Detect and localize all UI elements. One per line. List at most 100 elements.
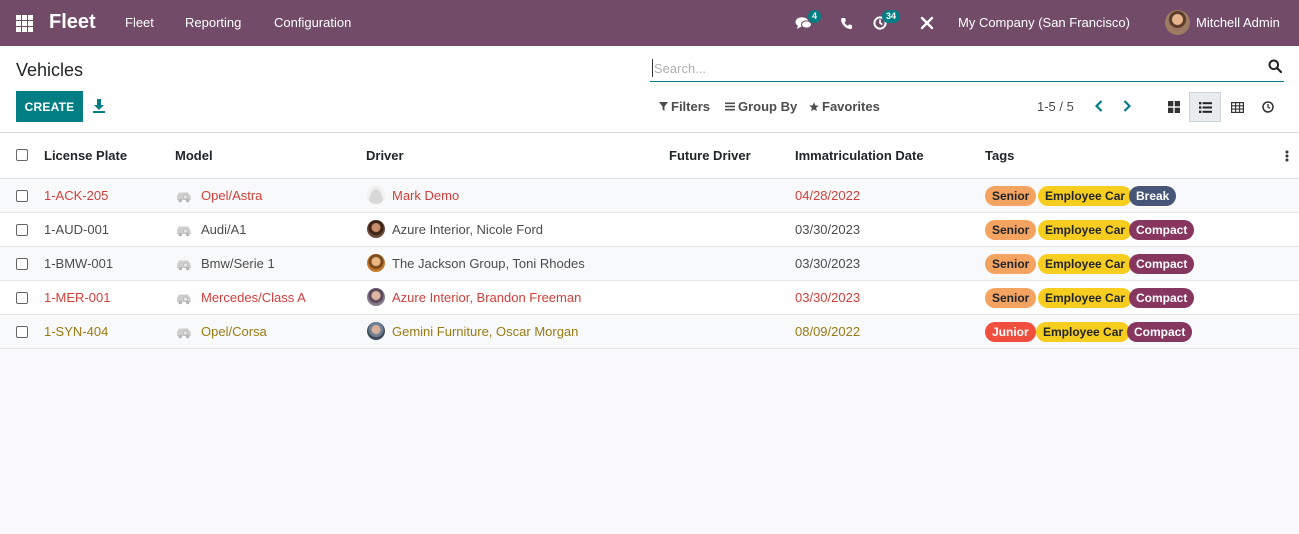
tag-badge[interactable]: Compact bbox=[1129, 288, 1195, 308]
tag-badge[interactable]: Senior bbox=[985, 186, 1037, 206]
kanban-view-button[interactable] bbox=[1158, 92, 1190, 122]
pager-value[interactable]: 1-5 / 5 bbox=[1037, 99, 1074, 114]
table-row[interactable]: 1-MER-001 Mercedes/Class A Azure Interior,… bbox=[0, 281, 1299, 315]
search-box bbox=[650, 54, 1284, 82]
bars-icon bbox=[725, 102, 735, 111]
tag-badge[interactable]: Employee Car bbox=[1038, 288, 1133, 308]
car-image-icon bbox=[177, 260, 191, 271]
activities-button[interactable]: 34 bbox=[873, 0, 901, 46]
chevron-right-icon bbox=[1123, 100, 1131, 112]
chevron-left-icon bbox=[1095, 100, 1103, 112]
star-icon bbox=[809, 101, 819, 111]
table-row[interactable]: 1-ACK-205 Opel/Astra Mark Demo 04/28/2022 Se… bbox=[0, 179, 1299, 213]
column-model[interactable]: Model bbox=[175, 148, 213, 163]
clock-icon bbox=[1262, 101, 1274, 113]
row-checkbox[interactable] bbox=[16, 224, 28, 236]
cell-driver[interactable]: Gemini Furniture, Oscar Morgan bbox=[392, 324, 578, 339]
tag-badge[interactable]: Employee Car bbox=[1038, 186, 1133, 206]
top-navbar: Fleet Fleet Reporting Configuration 4 34… bbox=[0, 0, 1299, 46]
car-image-icon bbox=[177, 226, 191, 237]
tag-badge[interactable]: Employee Car bbox=[1038, 254, 1133, 274]
driver-avatar bbox=[367, 322, 385, 340]
search-input[interactable] bbox=[652, 59, 1252, 77]
activity-view-button[interactable] bbox=[1252, 92, 1284, 122]
driver-avatar bbox=[367, 254, 385, 272]
cell-model: Audi/A1 bbox=[201, 222, 247, 237]
group-by-button[interactable]: Group By bbox=[725, 99, 797, 114]
tag-badge[interactable]: Senior bbox=[985, 220, 1037, 240]
pager-previous-button[interactable] bbox=[1090, 96, 1108, 116]
activities-count-badge: 34 bbox=[882, 10, 901, 23]
driver-avatar bbox=[367, 220, 385, 238]
cell-driver[interactable]: The Jackson Group, Toni Rhodes bbox=[392, 256, 585, 271]
car-image-icon bbox=[177, 328, 191, 339]
tag-badge[interactable]: Junior bbox=[985, 322, 1036, 342]
select-all-checkbox[interactable] bbox=[16, 149, 28, 161]
cell-immatriculation-date: 03/30/2023 bbox=[795, 222, 861, 237]
cell-model: Mercedes/Class A bbox=[201, 290, 306, 305]
car-image-icon bbox=[177, 192, 191, 203]
download-icon[interactable] bbox=[92, 98, 106, 114]
cell-immatriculation-date: 08/09/2022 bbox=[795, 324, 861, 339]
app-brand[interactable]: Fleet bbox=[49, 11, 96, 34]
cell-model: Opel/Astra bbox=[201, 188, 263, 203]
control-panel: Vehicles CREATE Filters Group By Favorit… bbox=[0, 46, 1299, 133]
optional-columns-icon[interactable] bbox=[1285, 149, 1289, 163]
tag-badge[interactable]: Compact bbox=[1129, 220, 1195, 240]
row-checkbox[interactable] bbox=[16, 326, 28, 338]
table-row[interactable]: 1-AUD-001 Audi/A1 Azure Interior, Nicole F… bbox=[0, 213, 1299, 247]
cell-immatriculation-date: 03/30/2023 bbox=[795, 256, 861, 271]
tools-icon bbox=[920, 16, 934, 30]
table-body: 1-ACK-205 Opel/Astra Mark Demo 04/28/2022 Se… bbox=[0, 179, 1299, 349]
tag-badge[interactable]: Break bbox=[1129, 186, 1177, 206]
filters-button[interactable]: Filters bbox=[659, 99, 710, 114]
search-icon[interactable] bbox=[1268, 59, 1282, 73]
tag-badge[interactable]: Senior bbox=[985, 288, 1037, 308]
kanban-icon bbox=[1168, 101, 1180, 113]
page-title: Vehicles bbox=[16, 60, 84, 80]
row-checkbox[interactable] bbox=[16, 292, 28, 304]
tag-badge[interactable]: Compact bbox=[1127, 322, 1193, 342]
column-immatriculation-date[interactable]: Immatriculation Date bbox=[795, 148, 924, 163]
pager-next-button[interactable] bbox=[1118, 96, 1136, 116]
favorites-button[interactable]: Favorites bbox=[809, 99, 880, 114]
tag-badge[interactable]: Employee Car bbox=[1036, 322, 1131, 342]
table-header: License Plate Model Driver Future Driver… bbox=[0, 133, 1299, 179]
cell-model: Bmw/Serie 1 bbox=[201, 256, 275, 271]
company-switcher[interactable]: My Company (San Francisco) bbox=[958, 15, 1130, 30]
tag-badge[interactable]: Compact bbox=[1129, 254, 1195, 274]
table-icon bbox=[1230, 101, 1244, 113]
cell-immatriculation-date: 03/30/2023 bbox=[795, 290, 861, 305]
debug-tools-button[interactable] bbox=[920, 0, 934, 46]
messages-button[interactable]: 4 bbox=[795, 0, 822, 46]
menu-item-fleet[interactable]: Fleet bbox=[125, 15, 154, 30]
apps-menu-icon[interactable] bbox=[16, 15, 33, 32]
row-checkbox[interactable] bbox=[16, 190, 28, 202]
cell-driver[interactable]: Azure Interior, Brandon Freeman bbox=[392, 290, 581, 305]
driver-avatar bbox=[367, 288, 385, 306]
tag-badge[interactable]: Employee Car bbox=[1038, 220, 1133, 240]
table-row[interactable]: 1-BMW-001 Bmw/Serie 1 The Jackson Group, T… bbox=[0, 247, 1299, 281]
create-button[interactable]: CREATE bbox=[16, 91, 83, 122]
column-future-driver[interactable]: Future Driver bbox=[669, 148, 751, 163]
cell-license-plate: 1-BMW-001 bbox=[44, 256, 114, 271]
pivot-view-button[interactable] bbox=[1221, 92, 1253, 122]
cell-license-plate: 1-MER-001 bbox=[44, 290, 111, 305]
menu-item-configuration[interactable]: Configuration bbox=[274, 15, 351, 30]
menu-item-reporting[interactable]: Reporting bbox=[185, 15, 241, 30]
cell-license-plate: 1-ACK-205 bbox=[44, 188, 109, 203]
tag-badge[interactable]: Senior bbox=[985, 254, 1037, 274]
cell-driver[interactable]: Mark Demo bbox=[392, 188, 459, 203]
cell-driver[interactable]: Azure Interior, Nicole Ford bbox=[392, 222, 543, 237]
filter-icon bbox=[659, 102, 668, 111]
column-driver[interactable]: Driver bbox=[366, 148, 404, 163]
column-tags[interactable]: Tags bbox=[985, 148, 1014, 163]
phone-button[interactable] bbox=[840, 0, 853, 46]
cell-immatriculation-date: 04/28/2022 bbox=[795, 188, 861, 203]
table-row[interactable]: 1-SYN-404 Opel/Corsa Gemini Furniture, Osc… bbox=[0, 315, 1299, 349]
user-menu[interactable]: Mitchell Admin bbox=[1165, 10, 1280, 35]
list-icon bbox=[1198, 101, 1212, 113]
column-license-plate[interactable]: License Plate bbox=[44, 148, 127, 163]
list-view-button[interactable] bbox=[1189, 92, 1221, 122]
row-checkbox[interactable] bbox=[16, 258, 28, 270]
